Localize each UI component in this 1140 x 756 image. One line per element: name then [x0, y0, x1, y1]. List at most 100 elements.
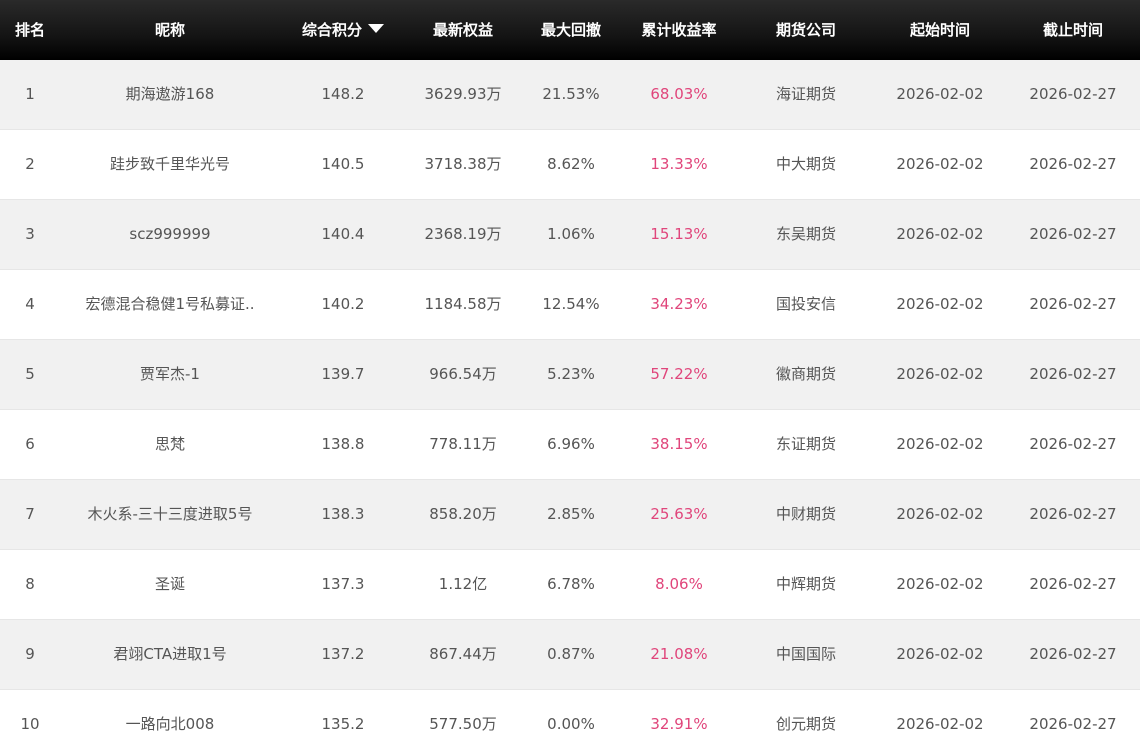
- row-equity: 1.12亿: [438, 575, 488, 593]
- row-equity: 577.50万: [429, 715, 497, 733]
- row-max-drawdown: 5.23%: [547, 365, 595, 383]
- header-max-drawdown: 最大回撤: [540, 21, 601, 39]
- row-nickname: 期海遨游168: [125, 85, 215, 103]
- ranking-table: 排名 昵称 综合积分 最新权益 最大回撤 累计收益率 期货公司 起始时间 截止时…: [0, 0, 1140, 756]
- row-equity: 3629.93万: [424, 85, 502, 103]
- row-start-time: 2026-02-02: [896, 365, 984, 383]
- row-cumulative-return: 13.33%: [650, 155, 708, 173]
- table-body: 1 期海遨游168 148.2 3629.93万 21.53% 68.03% 海证期货 202…: [0, 60, 1140, 756]
- header-cumulative-return: 累计收益率: [641, 21, 717, 39]
- row-cumulative-return: 68.03%: [650, 85, 708, 103]
- row-nickname: 君翊CTA进取1号: [113, 645, 227, 663]
- header-rank: 排名: [14, 21, 45, 39]
- table-row[interactable]: 9 君翊CTA进取1号 137.2 867.44万 0.87% 21.08% 中国国际 202…: [0, 620, 1140, 690]
- row-end-time: 2026-02-27: [1029, 295, 1117, 313]
- row-score: 137.3: [321, 575, 365, 593]
- row-score: 148.2: [321, 85, 365, 103]
- table-row[interactable]: 7 木火系-三十三度进取5号 138.3 858.20万 2.85% 25.63% 中财期货…: [0, 480, 1140, 550]
- row-cumulative-return: 38.15%: [650, 435, 708, 453]
- row-nickname: 圣诞: [154, 575, 185, 593]
- header-start-time: 起始时间: [909, 21, 970, 39]
- row-start-time: 2026-02-02: [896, 505, 984, 523]
- row-max-drawdown: 1.06%: [547, 225, 595, 243]
- table-row[interactable]: 5 贾军杰-1 139.7 966.54万 5.23% 57.22% 徽商期货 2026-02…: [0, 340, 1140, 410]
- row-rank: 7: [25, 505, 35, 523]
- row-cumulative-return: 25.63%: [650, 505, 708, 523]
- row-nickname: 思梵: [154, 435, 185, 453]
- row-start-time: 2026-02-02: [896, 435, 984, 453]
- sort-desc-icon[interactable]: [368, 24, 384, 33]
- header-end-time: 截止时间: [1042, 21, 1103, 39]
- row-start-time: 2026-02-02: [896, 85, 984, 103]
- row-cumulative-return: 8.06%: [655, 575, 703, 593]
- row-max-drawdown: 0.87%: [547, 645, 595, 663]
- table-row[interactable]: 3 scz999999 140.4 2368.19万 1.06% 15.13% 东吴期货 20…: [0, 200, 1140, 270]
- row-end-time: 2026-02-27: [1029, 365, 1117, 383]
- row-end-time: 2026-02-27: [1029, 225, 1117, 243]
- row-rank: 1: [25, 85, 35, 103]
- row-cumulative-return: 32.91%: [650, 715, 708, 733]
- row-end-time: 2026-02-27: [1029, 575, 1117, 593]
- row-futures-firm: 徽商期货: [775, 365, 836, 383]
- row-cumulative-return: 21.08%: [650, 645, 708, 663]
- row-equity: 3718.38万: [424, 155, 502, 173]
- row-futures-firm: 中国国际: [775, 645, 836, 663]
- row-score: 140.5: [321, 155, 365, 173]
- header-equity: 最新权益: [432, 21, 493, 39]
- row-max-drawdown: 6.78%: [547, 575, 595, 593]
- row-futures-firm: 东证期货: [775, 435, 836, 453]
- row-max-drawdown: 21.53%: [542, 85, 600, 103]
- row-rank: 10: [20, 715, 40, 733]
- row-max-drawdown: 12.54%: [542, 295, 600, 313]
- row-nickname: 贾军杰-1: [140, 365, 200, 383]
- table-row[interactable]: 8 圣诞 137.3 1.12亿 6.78% 8.06% 中辉期货 2026-02-02 202…: [0, 550, 1140, 620]
- row-score: 135.2: [321, 715, 365, 733]
- row-futures-firm: 中辉期货: [775, 575, 836, 593]
- row-end-time: 2026-02-27: [1029, 85, 1117, 103]
- row-score: 140.4: [321, 225, 365, 243]
- row-end-time: 2026-02-27: [1029, 715, 1117, 733]
- row-equity: 778.11万: [429, 435, 497, 453]
- row-nickname: 一路向北008: [125, 715, 215, 733]
- row-equity: 2368.19万: [424, 225, 502, 243]
- header-score-sort-button[interactable]: 综合积分: [283, 0, 403, 60]
- row-equity: 867.44万: [429, 645, 497, 663]
- table-row[interactable]: 10 一路向北008 135.2 577.50万 0.00% 32.91% 创元期货 2026…: [0, 690, 1140, 756]
- row-nickname: 木火系-三十三度进取5号: [87, 505, 253, 523]
- row-cumulative-return: 15.13%: [650, 225, 708, 243]
- row-max-drawdown: 2.85%: [547, 505, 595, 523]
- row-score: 140.2: [321, 295, 365, 313]
- row-futures-firm: 国投安信: [775, 295, 836, 313]
- row-rank: 4: [25, 295, 35, 313]
- row-futures-firm: 中财期货: [775, 505, 836, 523]
- row-rank: 6: [25, 435, 35, 453]
- row-start-time: 2026-02-02: [896, 155, 984, 173]
- row-rank: 8: [25, 575, 35, 593]
- row-cumulative-return: 34.23%: [650, 295, 708, 313]
- row-futures-firm: 东吴期货: [775, 225, 836, 243]
- row-start-time: 2026-02-02: [896, 645, 984, 663]
- row-score: 137.2: [321, 645, 365, 663]
- row-futures-firm: 创元期货: [775, 715, 836, 733]
- row-end-time: 2026-02-27: [1029, 505, 1117, 523]
- header-score-label: 综合积分: [301, 21, 362, 39]
- row-score: 138.8: [321, 435, 365, 453]
- row-max-drawdown: 8.62%: [547, 155, 595, 173]
- row-end-time: 2026-02-27: [1029, 435, 1117, 453]
- row-equity: 966.54万: [429, 365, 497, 383]
- table-row[interactable]: 1 期海遨游168 148.2 3629.93万 21.53% 68.03% 海证期货 202…: [0, 60, 1140, 130]
- row-equity: 1184.58万: [424, 295, 502, 313]
- table-row[interactable]: 6 思梵 138.8 778.11万 6.96% 38.15% 东证期货 2026-02-02…: [0, 410, 1140, 480]
- row-futures-firm: 海证期货: [775, 85, 836, 103]
- row-rank: 5: [25, 365, 35, 383]
- row-start-time: 2026-02-02: [896, 225, 984, 243]
- row-score: 139.7: [321, 365, 365, 383]
- row-nickname: scz999999: [129, 225, 211, 243]
- row-end-time: 2026-02-27: [1029, 155, 1117, 173]
- table-row[interactable]: 2 跬步致千里华光号 140.5 3718.38万 8.62% 13.33% 中大期货 202…: [0, 130, 1140, 200]
- row-rank: 2: [25, 155, 35, 173]
- row-cumulative-return: 57.22%: [650, 365, 708, 383]
- header-futures-firm: 期货公司: [775, 21, 836, 39]
- table-row[interactable]: 4 宏德混合稳健1号私募证.. 140.2 1184.58万 12.54% 34.23% 国…: [0, 270, 1140, 340]
- row-end-time: 2026-02-27: [1029, 645, 1117, 663]
